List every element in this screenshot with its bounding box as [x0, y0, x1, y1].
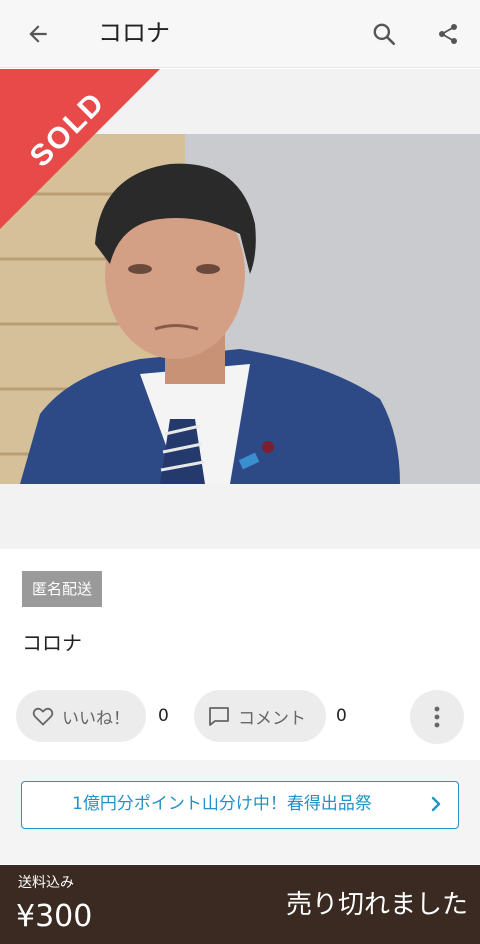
- campaign-text: 1億円分ポイント山分け中！春得出品祭: [72, 794, 372, 814]
- like-button[interactable]: いいね！: [16, 690, 146, 742]
- page-title: コロナ: [98, 19, 170, 47]
- back-button[interactable]: [20, 16, 56, 52]
- share-icon: [439, 24, 457, 44]
- shipping-included-label: 送料込み: [18, 875, 74, 891]
- arrow-left-icon: [29, 25, 47, 43]
- campaign-banner[interactable]: 1億円分ポイント山分け中！春得出品祭: [21, 781, 459, 829]
- search-icon: [373, 23, 396, 46]
- search-button[interactable]: [366, 16, 402, 52]
- sold-badge: SOLD: [0, 69, 160, 229]
- sold-out-status: 売り切れました: [285, 890, 468, 920]
- listing-media[interactable]: SOLD: [0, 69, 480, 549]
- chevron-right-icon: [431, 796, 441, 812]
- more-vertical-icon: [434, 706, 440, 728]
- bottom-price-bar: 送料込み ¥300 売り切れました: [0, 865, 480, 944]
- comment-label: コメント: [238, 708, 306, 729]
- more-options-button[interactable]: [410, 690, 464, 744]
- comment-count: 0: [336, 706, 347, 726]
- share-button[interactable]: [430, 16, 466, 52]
- comment-icon: [206, 703, 232, 729]
- top-app-bar: コロナ: [0, 0, 480, 68]
- item-name: コロナ: [22, 631, 82, 655]
- heart-icon: [30, 703, 56, 729]
- price: ¥300: [16, 899, 93, 934]
- like-count: 0: [158, 706, 169, 726]
- anonymous-shipping-tag: 匿名配送: [22, 571, 102, 607]
- like-label: いいね！: [62, 708, 130, 729]
- comment-button[interactable]: コメント: [194, 690, 326, 742]
